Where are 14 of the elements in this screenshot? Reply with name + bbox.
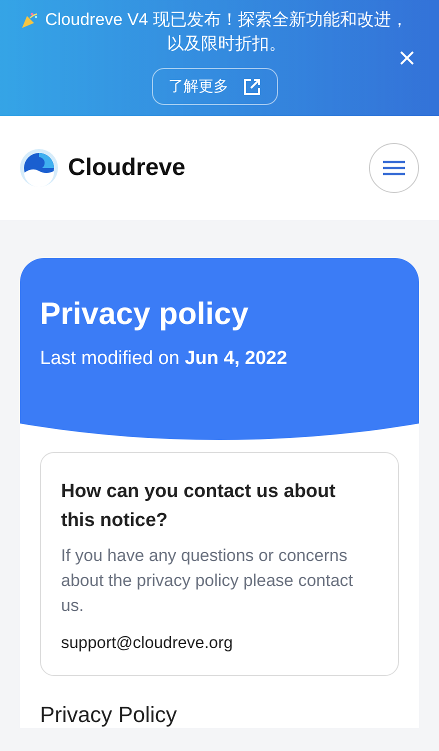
brand-name[interactable]: Cloudreve xyxy=(68,154,186,182)
announcement-text: Cloudreve V4 现已发布！探索全新功能和改进，以及限时折扣。 xyxy=(44,9,409,55)
menu-button[interactable] xyxy=(369,143,419,193)
menu-icon xyxy=(383,160,405,176)
contact-heading: How can you contact us about this notice? xyxy=(61,480,336,533)
section-heading: Privacy Policy xyxy=(40,702,178,728)
external-link-icon xyxy=(242,78,260,96)
logo-icon xyxy=(20,149,58,187)
party-popper-icon xyxy=(20,10,40,30)
contact-text: If you have any questions or concerns about the privacy policy please contact us. xyxy=(61,545,354,617)
last-modified-text: Last modified on Jun 4, 2022 xyxy=(40,348,288,370)
close-icon xyxy=(399,50,415,66)
page-title: Privacy policy xyxy=(40,296,250,332)
contact-email: support@cloudreve.org xyxy=(61,634,234,653)
